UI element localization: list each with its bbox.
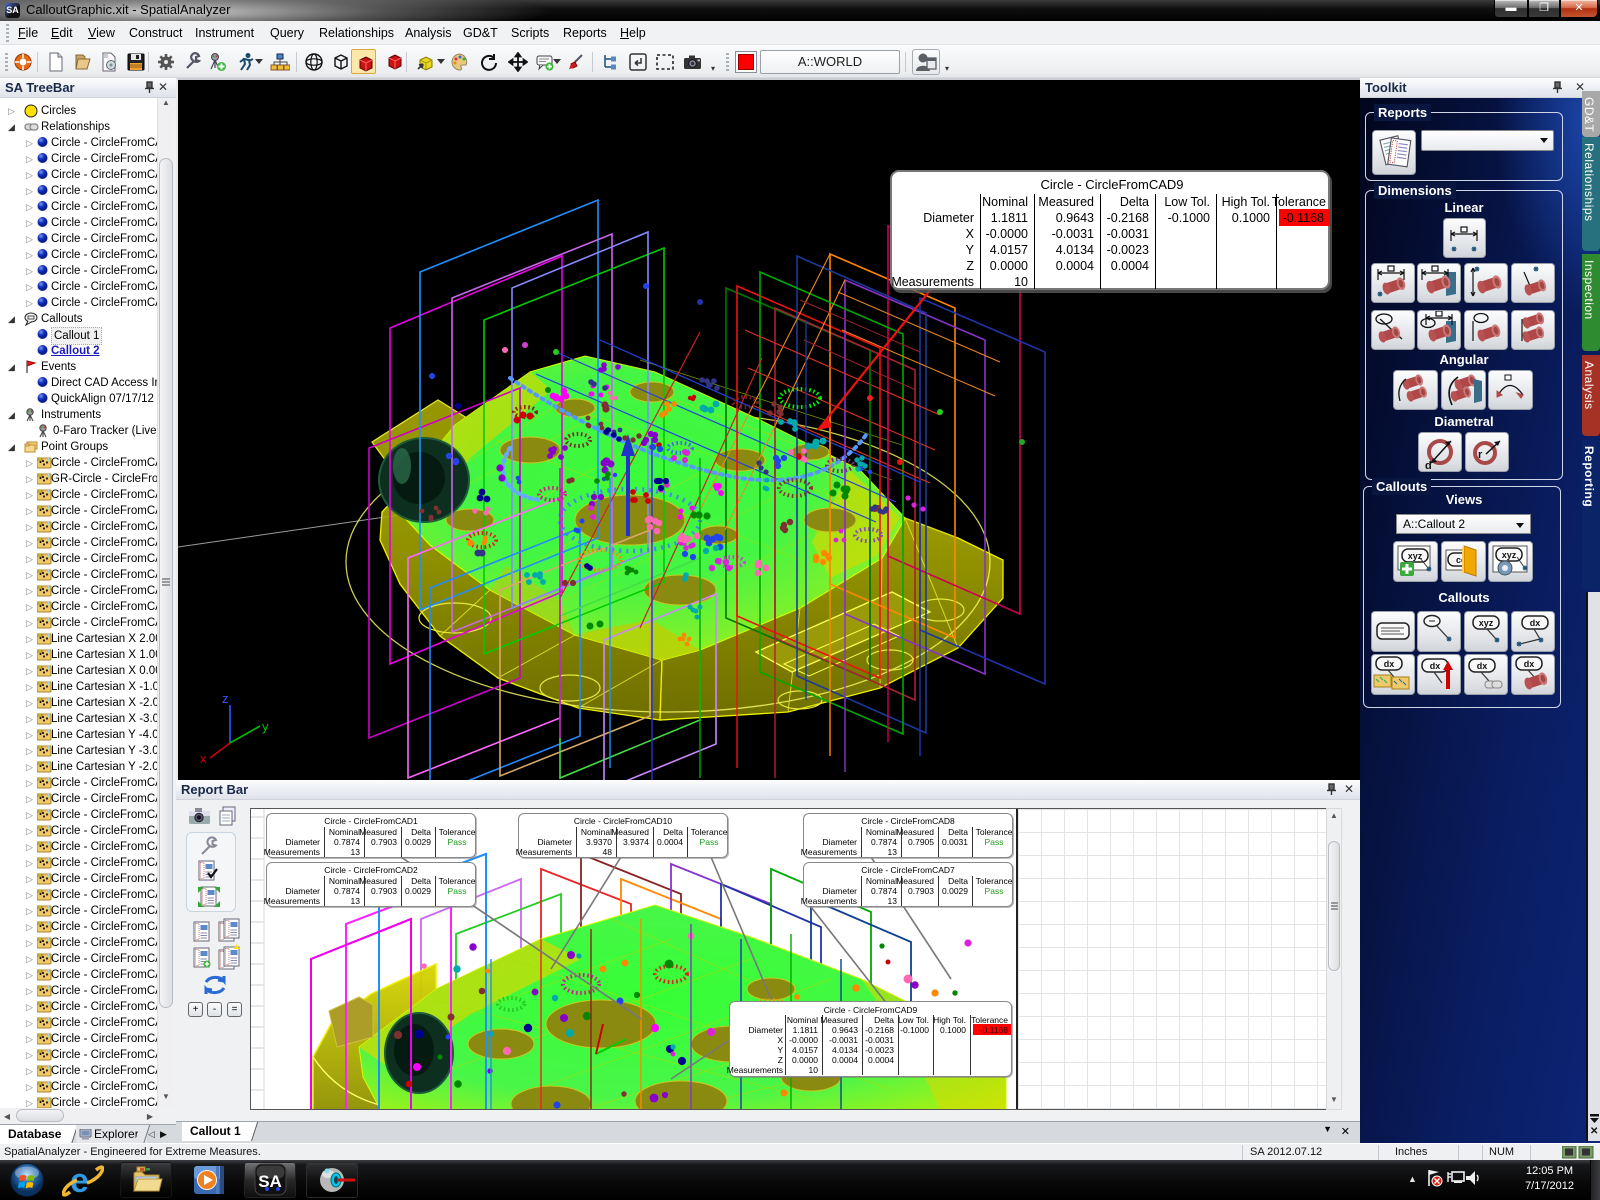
svg-text:xyz: xyz [1479,618,1494,628]
svg-text:z: z [222,691,229,706]
svg-text:dx: dx [1430,661,1441,671]
svg-text:xyz: xyz [1502,550,1517,560]
svg-text:y: y [262,719,269,734]
svg-text:dx: dx [1530,618,1541,628]
svg-text:dx: dx [1524,659,1535,669]
svg-text:d: d [1425,460,1432,471]
svg-text:r: r [1478,449,1483,461]
svg-text:xyz: xyz [1408,551,1423,561]
svg-text:dx: dx [1477,661,1488,671]
svg-text:x: x [200,751,207,766]
svg-text:dx: dx [1384,659,1395,669]
